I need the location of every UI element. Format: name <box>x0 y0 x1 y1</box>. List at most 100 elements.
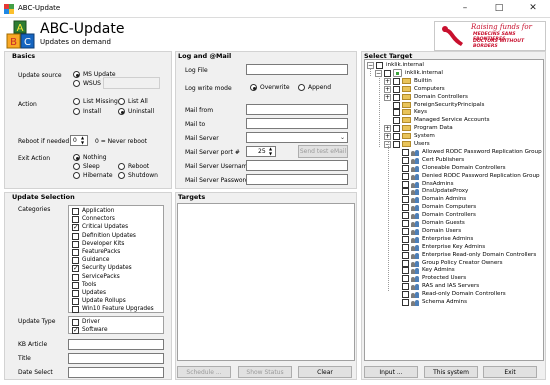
tree-checkbox[interactable] <box>402 235 409 243</box>
radio-install[interactable] <box>73 108 80 115</box>
tree-user-group[interactable]: Enterprise Admins <box>365 235 543 244</box>
tree-checkbox[interactable] <box>402 180 409 188</box>
tree-folder[interactable]: + Builtin <box>365 77 543 86</box>
tree-checkbox[interactable] <box>402 259 409 267</box>
radio-overwrite[interactable] <box>250 84 257 91</box>
reboot-spinner[interactable]: 0 ▲ ▼ <box>70 135 88 146</box>
tree-user-group[interactable]: Cert Publishers <box>365 156 543 165</box>
mail-to-input[interactable] <box>246 118 348 129</box>
tree-user-group[interactable]: Enterprise Read-only Domain Controllers <box>365 251 543 260</box>
date-select-input[interactable] <box>68 367 164 378</box>
tree-user-group[interactable]: Read-only Domain Controllers <box>365 291 543 299</box>
category-checkbox[interactable] <box>72 281 79 289</box>
categories-list[interactable]: Application ConnectorsCritical UpdatesDef… <box>68 205 164 314</box>
tree-user-group[interactable]: Schema Admins <box>365 299 543 307</box>
maximize-button[interactable]: □ <box>482 0 516 17</box>
tree-checkbox[interactable] <box>402 299 409 306</box>
tree-user-group[interactable]: Denied RODC Password Replication Group <box>365 172 543 181</box>
tree-checkbox[interactable] <box>402 227 409 235</box>
tree-folder[interactable]: ForeignSecurityPrincipals <box>365 101 543 110</box>
schedule-button[interactable]: Schedule ... <box>177 366 231 378</box>
expand-icon[interactable]: + <box>384 85 391 93</box>
tree-root[interactable]: − inklik.internal <box>365 62 543 70</box>
tree-checkbox[interactable] <box>402 148 409 156</box>
tree-user-group[interactable]: Protected Users <box>365 275 543 283</box>
tree-checkbox[interactable] <box>384 69 391 77</box>
tree-checkbox[interactable] <box>402 156 409 164</box>
tree-checkbox[interactable] <box>402 188 409 196</box>
tree-checkbox[interactable] <box>402 196 409 204</box>
mail-server-dropdown[interactable]: ⌄ <box>246 132 348 143</box>
tree-user-group[interactable]: Domain Admins <box>365 196 543 204</box>
category-checkbox[interactable] <box>72 257 79 265</box>
tree-checkbox[interactable] <box>402 212 409 220</box>
send-test-email-button[interactable]: Send test eMail <box>298 145 348 158</box>
tree-folder[interactable]: + Computers <box>365 85 543 94</box>
ad-tree[interactable]: − inklik.internal − inklik.internal + Builtin… <box>364 59 544 361</box>
radio-reboot[interactable] <box>118 163 125 170</box>
tree-user-group[interactable]: Domain Controllers <box>365 212 543 220</box>
spin-down-icon[interactable]: ▼ <box>269 151 272 156</box>
radio-uninstall[interactable] <box>118 108 125 115</box>
tree-folder[interactable]: + Program Data <box>365 125 543 133</box>
tree-checkbox[interactable] <box>393 133 400 141</box>
kb-article-input[interactable] <box>68 339 164 350</box>
tree-checkbox[interactable] <box>393 85 400 93</box>
tree-checkbox[interactable] <box>402 267 409 275</box>
show-status-button[interactable]: Show Status <box>238 366 292 378</box>
category-checkbox[interactable] <box>72 264 79 273</box>
tree-folder[interactable]: Managed Service Accounts <box>365 117 543 125</box>
mail-from-input[interactable] <box>246 104 348 115</box>
expand-icon[interactable]: + <box>384 133 391 141</box>
msf-donation-banner[interactable]: Raising funds for MEDECINS SANS FRONTIER… <box>434 21 546 51</box>
category-checkbox[interactable] <box>72 306 79 314</box>
tree-checkbox[interactable] <box>393 117 400 125</box>
input-button[interactable]: Input ... <box>364 366 418 378</box>
expand-icon[interactable]: + <box>384 93 391 101</box>
radio-list-missing[interactable] <box>73 98 80 105</box>
clear-button[interactable]: Clear <box>298 366 352 378</box>
tree-folder[interactable]: + Domain Controllers <box>365 93 543 102</box>
category-checkbox[interactable] <box>72 240 79 248</box>
radio-wsus[interactable] <box>73 80 80 87</box>
tree-user-group[interactable]: RAS and IAS Servers <box>365 283 543 291</box>
category-checkbox[interactable] <box>72 249 79 256</box>
tree-checkbox[interactable] <box>393 141 400 148</box>
tree-checkbox[interactable] <box>402 243 409 251</box>
category-checkbox[interactable] <box>72 208 79 215</box>
tree-checkbox[interactable] <box>402 164 409 172</box>
tree-folder[interactable]: + System <box>365 133 543 141</box>
targets-list[interactable] <box>177 203 355 361</box>
radio-append[interactable] <box>298 84 305 91</box>
tree-checkbox[interactable] <box>402 172 409 180</box>
tree-folder[interactable]: − Users <box>365 141 543 149</box>
radio-ms-update[interactable] <box>73 71 80 78</box>
exit-button[interactable]: Exit <box>483 366 537 378</box>
category-checkbox[interactable] <box>72 273 79 281</box>
radio-list-all[interactable] <box>118 98 125 105</box>
category-checkbox[interactable] <box>72 290 79 297</box>
tree-checkbox[interactable] <box>376 62 383 69</box>
radio-sleep[interactable] <box>73 163 80 170</box>
radio-nothing[interactable] <box>73 154 80 161</box>
update-type-list[interactable]: Driver Software <box>68 316 164 335</box>
tree-checkbox[interactable] <box>402 291 409 299</box>
tree-user-group[interactable]: Domain Guests <box>365 220 543 228</box>
log-file-input[interactable] <box>246 64 348 75</box>
tree-user-group[interactable]: DnsUpdateProxy <box>365 188 543 196</box>
tree-checkbox[interactable] <box>402 251 409 259</box>
tree-user-group[interactable]: DnsAdmins <box>365 180 543 189</box>
category-checkbox[interactable] <box>72 298 79 306</box>
minimize-button[interactable]: – <box>448 0 482 17</box>
tree-user-group[interactable]: Domain Users <box>365 227 543 236</box>
mail-password-input[interactable] <box>246 174 348 185</box>
tree-folder[interactable]: Keys <box>365 109 543 117</box>
tree-user-group[interactable]: Key Admins <box>365 267 543 275</box>
category-checkbox[interactable] <box>72 232 79 240</box>
spin-down-icon[interactable]: ▼ <box>81 140 84 145</box>
tree-user-group[interactable]: Group Policy Creator Owners <box>365 259 543 268</box>
expand-icon[interactable]: + <box>384 125 391 133</box>
tree-user-group[interactable]: Cloneable Domain Controllers <box>365 164 543 173</box>
category-checkbox[interactable] <box>72 326 79 335</box>
category-checkbox[interactable] <box>72 216 79 224</box>
